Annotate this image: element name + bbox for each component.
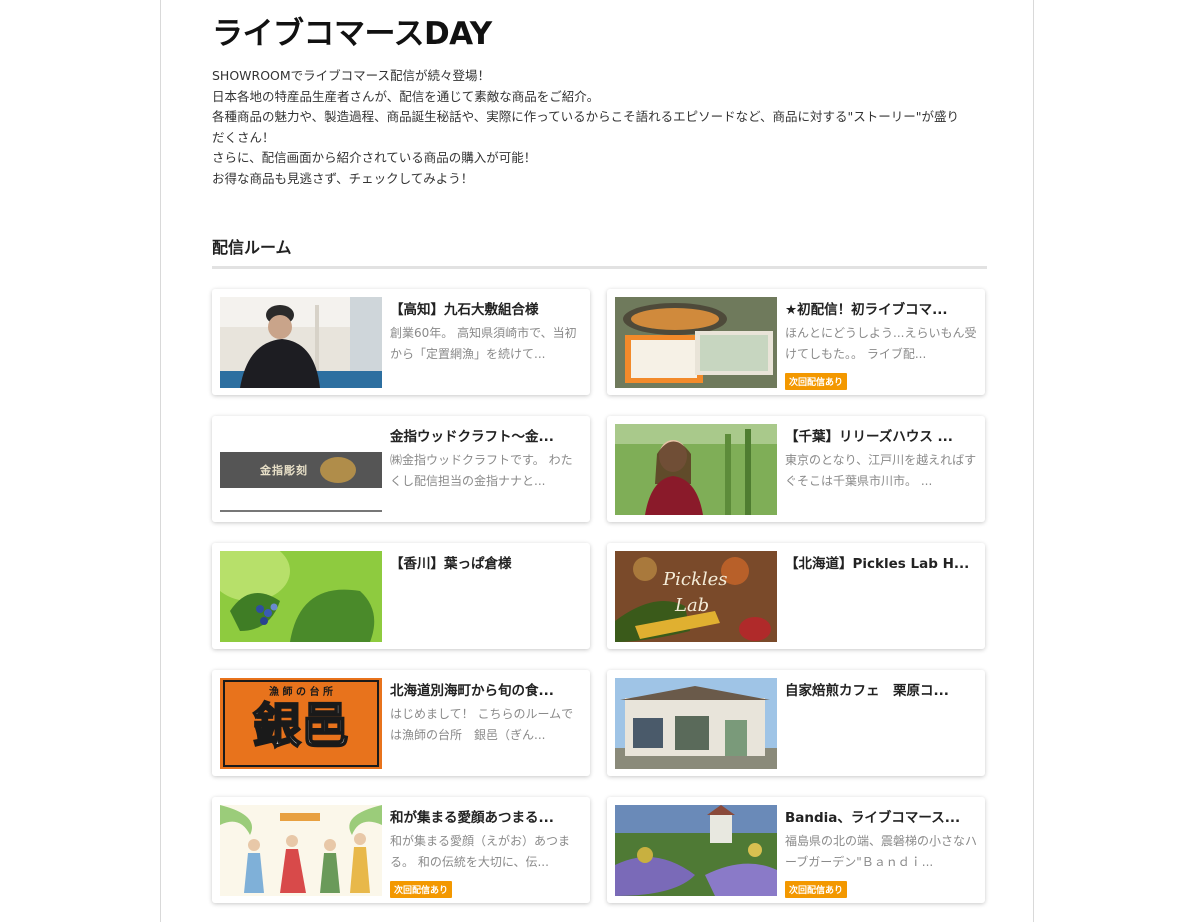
room-card[interactable]: Bandia、ライブコマース... 福島県の北の端、震磐梯の小さなハーブガーデン… <box>607 797 985 903</box>
fisherman-photo <box>220 297 382 388</box>
room-card[interactable]: 【千葉】リリーズハウス ... 東京のとなり、江戸川を越えればすぐそこは千葉県市… <box>607 416 985 522</box>
room-title: 金指ウッドクラフト〜金... <box>390 429 554 445</box>
room-title: 和が集まる愛顔あつまる... <box>390 810 554 826</box>
room-card[interactable]: 和が集まる愛顔あつまる... 和が集まる愛顔（えがお）あつまる。 和の伝統を大切… <box>212 797 590 903</box>
room-card[interactable]: ★初配信！初ライブコマ... ほんとにどうしよう...えらいもん受けてしもた。。… <box>607 289 985 395</box>
intro-text: SHOWROOMでライブコマース配信が続々登場！ 日本各地の特産品生産者さんが、… <box>212 66 962 189</box>
room-description: 福島県の北の端、震磐梯の小さなハーブガーデン"Ｂａｎｄｉ... <box>785 834 978 869</box>
room-thumbnail: Pickles Lab <box>615 551 777 642</box>
page-title: ライブコマースDAY <box>212 16 492 52</box>
next-broadcast-badge: 次回配信あり <box>390 881 453 898</box>
room-description: 創業60年。 高知県須崎市で、当初から「定置網漁」を続けて... <box>390 326 577 361</box>
room-thumbnail <box>615 678 777 769</box>
room-thumbnail <box>615 805 777 896</box>
room-title: 【香川】葉っぱ倉様 <box>390 556 512 572</box>
next-broadcast-badge: 次回配信あり <box>785 881 848 898</box>
kanazashi-logo-text: 金指彫刻 <box>260 464 308 477</box>
section-title: 配信ルーム <box>212 238 292 257</box>
room-title: 【高知】九石大敷組合様 <box>390 302 539 318</box>
woman-in-field-photo <box>615 424 777 515</box>
room-title: ★初配信！初ライブコマ... <box>785 302 948 318</box>
room-description: 東京のとなり、江戸川を越えればすぐそこは千葉県市川市。 ... <box>785 453 977 488</box>
intro-line: SHOWROOMでライブコマース配信が続々登場！ <box>212 68 491 83</box>
room-thumbnail <box>615 424 777 515</box>
room-card[interactable]: 漁 師 の 台 所 銀邑 北海道別海町から旬の食... はじめまして！ こちらの… <box>212 670 590 776</box>
ginyu-big-text: 銀邑 <box>252 697 350 755</box>
intro-line: 日本各地の特産品生産者さんが、配信を通じて素敵な商品をご紹介。 <box>212 88 600 104</box>
room-thumbnail <box>220 551 382 642</box>
room-thumbnail <box>220 805 382 896</box>
room-thumbnail <box>220 297 382 388</box>
page-container: ライブコマースDAY SHOWROOMでライブコマース配信が続々登場！ 日本各地… <box>160 0 1034 922</box>
fruit-basket-photo <box>615 297 777 388</box>
room-description: ㈱金指ウッドクラフトです。 わたくし配信担当の金指ナナと... <box>390 453 573 488</box>
room-description: はじめまして！ こちらのルームでは漁師の台所 銀邑（ぎん... <box>390 707 574 742</box>
section-divider <box>212 266 987 269</box>
intro-line: さらに、配信画面から紹介されている商品の購入が可能！ <box>212 150 537 165</box>
room-title: Bandia、ライブコマース... <box>785 810 961 826</box>
intro-line: お得な商品も見逃さず、チェックしてみよう！ <box>212 170 474 186</box>
room-thumbnail <box>615 297 777 388</box>
pickles-text: Lab <box>675 595 710 616</box>
room-card[interactable]: 【香川】葉っぱ倉様 <box>212 543 590 649</box>
room-title: 【千葉】リリーズハウス ... <box>785 429 953 445</box>
room-card[interactable]: Pickles Lab 【北海道】Pickles Lab H... <box>607 543 985 649</box>
room-thumbnail: 金指彫刻 <box>220 424 382 515</box>
herb-garden-photo <box>615 805 777 896</box>
room-card[interactable]: 金指彫刻 金指ウッドクラフト〜金... ㈱金指ウッドクラフトです。 わたくし配信… <box>212 416 590 522</box>
next-broadcast-badge: 次回配信あり <box>785 373 848 390</box>
cafe-building-photo <box>615 678 777 769</box>
room-card[interactable]: 自家焙煎カフェ 栗原コ... <box>607 670 985 776</box>
room-title: 自家焙煎カフェ 栗原コ... <box>785 683 949 699</box>
pickles-text: Pickles <box>663 569 728 590</box>
room-description: 和が集まる愛顔（えがお）あつまる。 和の伝統を大切に、伝... <box>390 834 571 869</box>
room-card[interactable]: 【高知】九石大敷組合様 創業60年。 高知県須崎市で、当初から「定置網漁」を続け… <box>212 289 590 395</box>
room-description: ほんとにどうしよう...えらいもん受けてしもた。。 ライブ配... <box>785 326 977 361</box>
kimono-illustration <box>220 805 382 896</box>
leaf-berries-photo <box>220 551 382 642</box>
intro-line: 各種商品の魅力や、製造過程、商品誕生秘話や、実際に作っているからこそ語れるエピソ… <box>212 109 960 145</box>
room-title: 【北海道】Pickles Lab H... <box>785 556 970 572</box>
room-title: 北海道別海町から旬の食... <box>390 683 554 699</box>
room-thumbnail: 漁 師 の 台 所 銀邑 <box>220 678 382 769</box>
